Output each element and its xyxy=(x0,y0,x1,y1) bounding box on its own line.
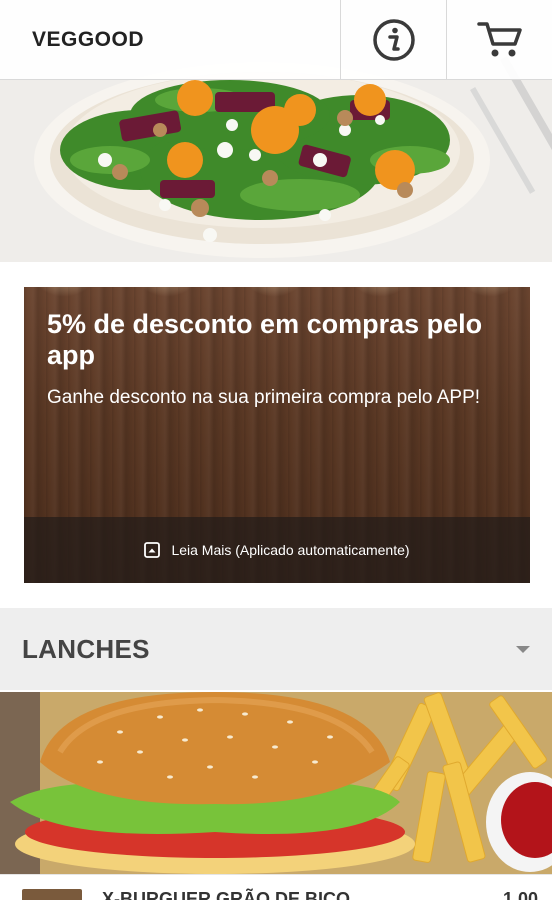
product-name: X-BURGUER GRÃO DE BICO xyxy=(102,889,351,900)
product-thumbnail xyxy=(22,889,82,900)
expand-up-icon xyxy=(144,542,161,558)
category-header-lanches[interactable]: LANCHES xyxy=(0,608,552,690)
app: VEGGOOD 5% de desconto em compras pelo a… xyxy=(0,0,552,900)
cart-button[interactable] xyxy=(446,0,552,80)
category-title: LANCHES xyxy=(22,633,150,664)
promo-title: 5% de desconto em compras pelo app xyxy=(47,309,483,370)
product-price: 1,00 xyxy=(502,889,538,900)
category-banner-image xyxy=(0,692,552,874)
info-icon xyxy=(372,19,415,61)
cart-icon xyxy=(476,22,522,57)
promo-read-more[interactable]: Leia Mais (Aplicado automaticamente) xyxy=(24,517,530,583)
product-item[interactable]: X-BURGUER GRÃO DE BICO 1,00 xyxy=(0,874,552,900)
promo-description: Ganhe desconto na sua primeira compra pe… xyxy=(47,387,481,408)
chevron-down-icon xyxy=(516,645,530,653)
promo-read-more-label: Leia Mais (Aplicado automaticamente) xyxy=(171,542,410,558)
promo-card[interactable]: 5% de desconto em compras pelo app Ganhe… xyxy=(24,287,530,583)
brand-title: VEGGOOD xyxy=(32,27,145,51)
info-button[interactable] xyxy=(340,0,446,80)
app-header: VEGGOOD xyxy=(0,0,552,80)
